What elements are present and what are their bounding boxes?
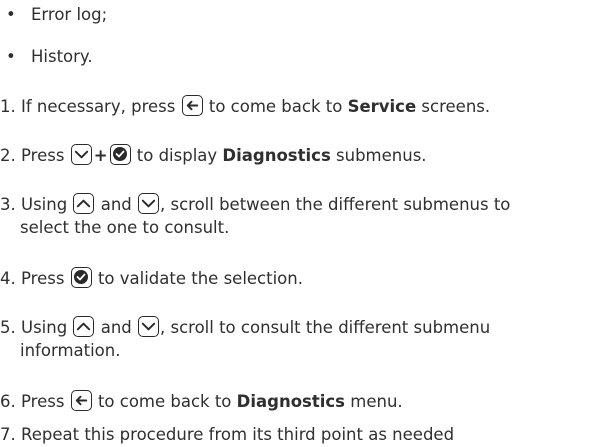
check-circle-icon	[70, 267, 92, 288]
step-text: and	[100, 318, 132, 337]
step-bold-term: Service	[347, 97, 417, 116]
chevron-down-icon	[138, 193, 159, 214]
step-3: 3. Using and , scroll between the differ…	[0, 193, 510, 215]
step-1: 1. If necessary, press to come back to S…	[0, 95, 490, 117]
step-text: If necessary, press	[21, 97, 176, 116]
step-text: to validate the selection.	[97, 269, 303, 288]
chevron-up-icon	[73, 316, 95, 337]
step-text: to come back to	[97, 392, 232, 411]
chevron-down-icon	[70, 144, 92, 165]
step-number: 2.	[0, 146, 16, 165]
step-5: 5. Using and , scroll to consult the dif…	[0, 316, 490, 338]
step-text: submenus.	[336, 146, 427, 165]
step-bold-term: Diagnostics	[236, 392, 346, 411]
step-text: Press	[21, 392, 65, 411]
step-text: menu.	[350, 392, 403, 411]
step-2: 2. Press + to display Diagnostics submen…	[0, 144, 427, 166]
step-text: to display	[136, 146, 218, 165]
back-arrow-icon	[181, 95, 203, 116]
step-text: to come back to	[208, 97, 343, 116]
chevron-up-icon	[73, 193, 95, 214]
back-arrow-icon	[70, 390, 92, 411]
step-bold-term: Diagnostics	[222, 146, 331, 165]
step-number: 1.	[0, 97, 16, 116]
step-number: 6.	[0, 392, 16, 411]
plus-sign: +	[93, 146, 108, 165]
step-number: 5.	[0, 318, 16, 337]
step-5-continuation: information.	[20, 341, 121, 360]
step-7: 7. Repeat this procedure from its third …	[0, 425, 454, 445]
step-text: Press	[21, 269, 65, 288]
step-number: 4.	[0, 269, 16, 288]
step-text: Repeat this procedure from its third poi…	[21, 425, 455, 444]
bullet-dot: •	[6, 5, 16, 24]
step-text: Using	[21, 318, 68, 337]
bullet-item: • Error log;	[6, 5, 107, 25]
step-text: Press	[21, 146, 65, 165]
step-4: 4. Press to validate the selection.	[0, 267, 303, 289]
check-circle-icon	[109, 144, 131, 165]
step-3-continuation: select the one to consult.	[20, 218, 230, 237]
bullet-text: History.	[30, 47, 93, 66]
chevron-down-icon	[138, 316, 159, 337]
step-6: 6. Press to come back to Diagnostics men…	[0, 390, 403, 412]
bullet-text: Error log;	[30, 5, 108, 24]
step-text: , scroll between the different submenus …	[160, 195, 511, 214]
bullet-dot: •	[6, 47, 16, 66]
step-text: and	[100, 195, 132, 214]
step-text: , scroll to consult the different submen…	[160, 318, 491, 337]
bullet-item: • History.	[6, 47, 93, 67]
step-text: screens.	[421, 97, 491, 116]
step-text: Using	[21, 195, 68, 214]
step-number: 3.	[0, 195, 16, 214]
step-number: 7.	[0, 425, 16, 444]
